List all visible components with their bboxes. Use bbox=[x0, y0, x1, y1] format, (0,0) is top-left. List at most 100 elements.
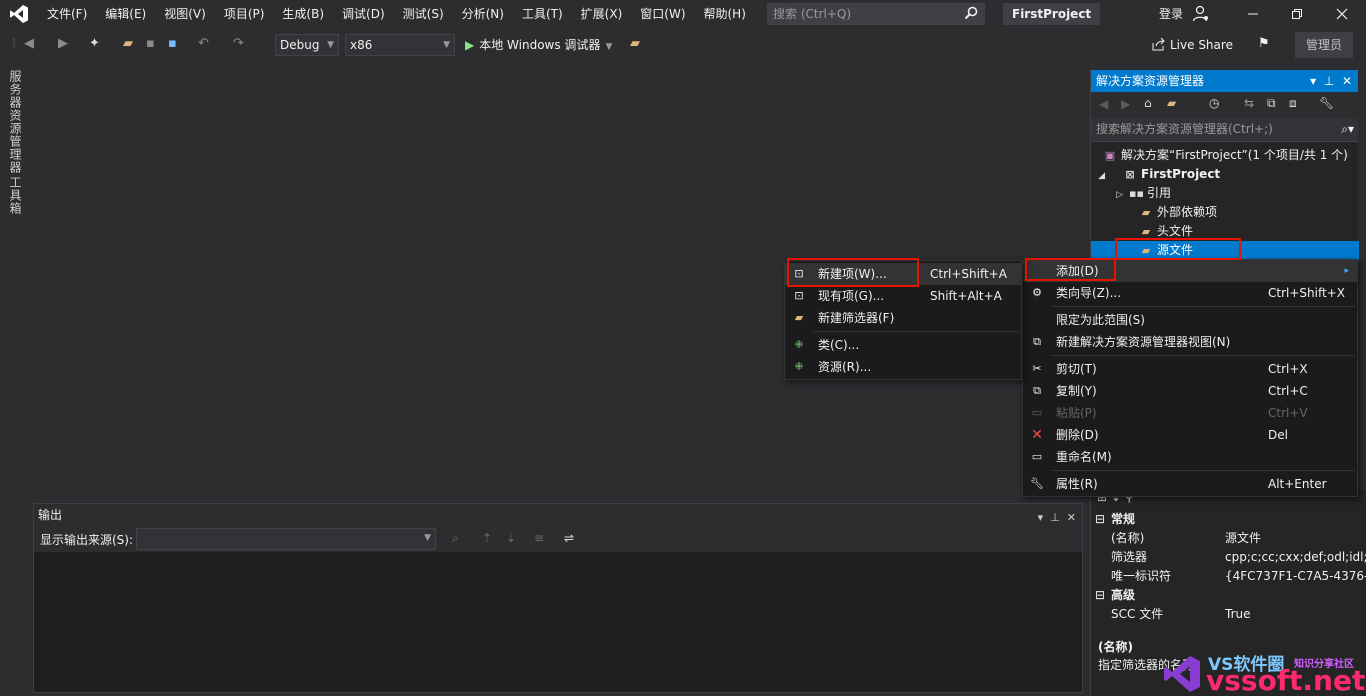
find-in-files-icon[interactable]: ▰ bbox=[630, 36, 640, 51]
property-row[interactable]: SCC 文件 True bbox=[1091, 605, 1366, 624]
menu-item-cut[interactable]: ✂ 剪切(T) Ctrl+X bbox=[1023, 358, 1357, 380]
menu-item-rename[interactable]: ▭ 重命名(M) bbox=[1023, 446, 1357, 468]
global-search-input[interactable]: 搜索 (Ctrl+Q) bbox=[767, 3, 985, 25]
close-icon[interactable]: ✕ bbox=[1342, 74, 1352, 88]
menu-edit[interactable]: 编辑(E) bbox=[96, 0, 155, 28]
menu-item-properties[interactable]: 🔧︎ 属性(R) Alt+Enter bbox=[1023, 473, 1357, 495]
menu-help[interactable]: 帮助(H) bbox=[695, 0, 755, 28]
close-window-button[interactable] bbox=[1320, 0, 1364, 28]
pin-icon[interactable]: ⊥ bbox=[1324, 74, 1334, 88]
global-search-placeholder: 搜索 (Ctrl+Q) bbox=[773, 7, 852, 21]
menu-item-delete[interactable]: ✕ 删除(D) Del bbox=[1023, 424, 1357, 446]
tab-toolbox[interactable]: 工具箱 bbox=[8, 176, 24, 215]
menu-tools[interactable]: 工具(T) bbox=[513, 0, 572, 28]
menu-item-class[interactable]: ⁜ 类(C)... bbox=[785, 334, 1021, 356]
property-category[interactable]: ⊟ 高级 bbox=[1091, 586, 1366, 605]
property-value[interactable]: {4FC737F1-C7A5-4376-A bbox=[1225, 567, 1366, 586]
tree-item-project[interactable]: ◢ ⊠ FirstProject bbox=[1091, 165, 1359, 184]
feedback-icon[interactable]: ⚑ bbox=[1258, 36, 1270, 51]
properties-wrench-icon[interactable]: 🔧︎ bbox=[1319, 96, 1334, 110]
menu-item-shortcut: Ctrl+V bbox=[1268, 406, 1308, 420]
navigate-back-icon[interactable]: ◀ bbox=[24, 36, 34, 51]
paste-icon: ▭ bbox=[1031, 406, 1043, 419]
back-icon[interactable]: ◀ bbox=[1099, 97, 1108, 111]
search-icon[interactable] bbox=[964, 6, 978, 26]
menu-item-paste[interactable]: ▭ 粘贴(P) Ctrl+V bbox=[1023, 402, 1357, 424]
start-debugging-button[interactable]: ▶ 本地 Windows 调试器 ▼ bbox=[465, 34, 612, 56]
pane-menu-icon[interactable]: ▾ bbox=[1038, 511, 1044, 524]
sync-icon[interactable]: ⇆ bbox=[1244, 96, 1254, 110]
collapse-icon[interactable]: ⊟ bbox=[1095, 510, 1105, 529]
menu-item-resource[interactable]: ⁜ 资源(R)... bbox=[785, 356, 1021, 378]
solution-search-input[interactable]: 搜索解决方案资源管理器(Ctrl+;) ⌕▾ bbox=[1091, 118, 1358, 142]
watermark-domain: vssoft.net bbox=[1206, 664, 1366, 696]
undo-icon[interactable]: ↶ bbox=[198, 36, 209, 51]
property-category-label: 高级 bbox=[1111, 588, 1136, 602]
solution-config-select[interactable]: Debug ▼ bbox=[275, 34, 339, 56]
redo-icon[interactable]: ↷ bbox=[233, 36, 244, 51]
save-icon[interactable]: ▪ bbox=[146, 36, 155, 51]
menu-item-class-wizard[interactable]: ⚙ 类向导(Z)... Ctrl+Shift+X bbox=[1023, 282, 1357, 304]
new-project-icon[interactable]: ✦ bbox=[89, 36, 100, 51]
menu-item-label: 限定为此范围(S) bbox=[1056, 313, 1145, 327]
menu-item-existing-item[interactable]: ⊡ 现有项(G)... Shift+Alt+A bbox=[785, 285, 1021, 307]
collapse-all-icon[interactable]: ⧉ bbox=[1267, 96, 1276, 111]
user-icon[interactable] bbox=[1192, 5, 1210, 26]
menu-file[interactable]: 文件(F) bbox=[38, 0, 96, 28]
pin-icon[interactable]: ⊥ bbox=[1050, 511, 1060, 524]
save-all-icon[interactable]: ▪ bbox=[168, 36, 177, 51]
close-icon[interactable]: ✕ bbox=[1067, 511, 1076, 524]
forward-icon[interactable]: ▶ bbox=[1121, 97, 1130, 111]
menu-separator bbox=[1051, 470, 1355, 471]
switch-views-icon[interactable]: ▰ bbox=[1167, 96, 1176, 110]
property-value[interactable]: 源文件 bbox=[1225, 529, 1366, 548]
menu-window[interactable]: 窗口(W) bbox=[631, 0, 694, 28]
menu-item-label: 复制(Y) bbox=[1056, 384, 1097, 398]
tree-item-references[interactable]: ▷ ▪▪ 引用 bbox=[1091, 184, 1359, 203]
menu-view[interactable]: 视图(V) bbox=[155, 0, 215, 28]
platform-select[interactable]: x86 ▼ bbox=[345, 34, 455, 56]
property-value[interactable]: True bbox=[1225, 605, 1366, 624]
property-row[interactable]: (名称) 源文件 bbox=[1091, 529, 1366, 548]
login-link[interactable]: 登录 bbox=[1159, 0, 1183, 28]
next-message-icon[interactable]: ⇣ bbox=[506, 531, 516, 545]
pane-menu-icon[interactable]: ▾ bbox=[1310, 74, 1316, 88]
copy-icon: ⧉ bbox=[1033, 384, 1041, 397]
tab-server-explorer[interactable]: 服务器资源管理器 bbox=[8, 70, 24, 174]
menu-item-copy[interactable]: ⧉ 复制(Y) Ctrl+C bbox=[1023, 380, 1357, 402]
tree-item-external-dependencies[interactable]: ▰ 外部依赖项 bbox=[1091, 203, 1359, 222]
menu-item-new-explorer-view[interactable]: ⧉ 新建解决方案资源管理器视图(N) bbox=[1023, 331, 1357, 353]
property-value[interactable]: cpp;c;cc;cxx;def;odl;idl;h bbox=[1225, 548, 1366, 567]
restore-button[interactable] bbox=[1275, 0, 1319, 28]
menu-project[interactable]: 项目(P) bbox=[215, 0, 274, 28]
property-row[interactable]: 唯一标识符 {4FC737F1-C7A5-4376-A bbox=[1091, 567, 1366, 586]
find-message-icon[interactable]: ⌕ bbox=[452, 531, 459, 546]
property-row[interactable]: 筛选器 cpp;c;cc;cxx;def;odl;idl;h bbox=[1091, 548, 1366, 567]
open-file-icon[interactable]: ▰ bbox=[123, 36, 133, 51]
menu-build[interactable]: 生成(B) bbox=[273, 0, 333, 28]
menu-extensions[interactable]: 扩展(X) bbox=[572, 0, 632, 28]
menu-item-new-filter[interactable]: ▰ 新建筛选器(F) bbox=[785, 307, 1021, 329]
menu-item-label: 剪切(T) bbox=[1056, 362, 1097, 376]
word-wrap-icon[interactable]: ⇌ bbox=[564, 531, 574, 545]
home-icon[interactable]: ⌂ bbox=[1144, 96, 1152, 110]
clear-all-icon[interactable]: ≡ bbox=[534, 531, 544, 545]
menu-separator bbox=[813, 331, 1019, 332]
visual-studio-logo-icon[interactable] bbox=[0, 0, 38, 28]
search-icon[interactable]: ⌕▾ bbox=[1341, 118, 1354, 141]
collapse-icon[interactable]: ⊟ bbox=[1095, 586, 1105, 605]
property-category[interactable]: ⊟ 常规 bbox=[1091, 510, 1366, 529]
menu-analyze[interactable]: 分析(N) bbox=[453, 0, 513, 28]
navigate-forward-icon[interactable]: ▶ bbox=[58, 36, 68, 51]
live-share-button[interactable]: Live Share bbox=[1152, 34, 1233, 56]
menu-test[interactable]: 测试(S) bbox=[394, 0, 453, 28]
pending-changes-filter-icon[interactable]: ◷ bbox=[1209, 96, 1219, 110]
previous-message-icon[interactable]: ⇡ bbox=[482, 531, 492, 545]
delete-icon: ✕ bbox=[1031, 427, 1043, 443]
menu-item-scope-to-this[interactable]: 限定为此范围(S) bbox=[1023, 309, 1357, 331]
output-source-select[interactable]: ▼ bbox=[136, 528, 436, 550]
minimize-button[interactable] bbox=[1231, 0, 1275, 28]
menu-debug[interactable]: 调试(D) bbox=[333, 0, 394, 28]
tree-item-solution[interactable]: ▣ 解决方案“FirstProject”(1 个项目/共 1 个) bbox=[1091, 146, 1359, 165]
show-all-files-icon[interactable]: ⧈ bbox=[1289, 96, 1297, 111]
